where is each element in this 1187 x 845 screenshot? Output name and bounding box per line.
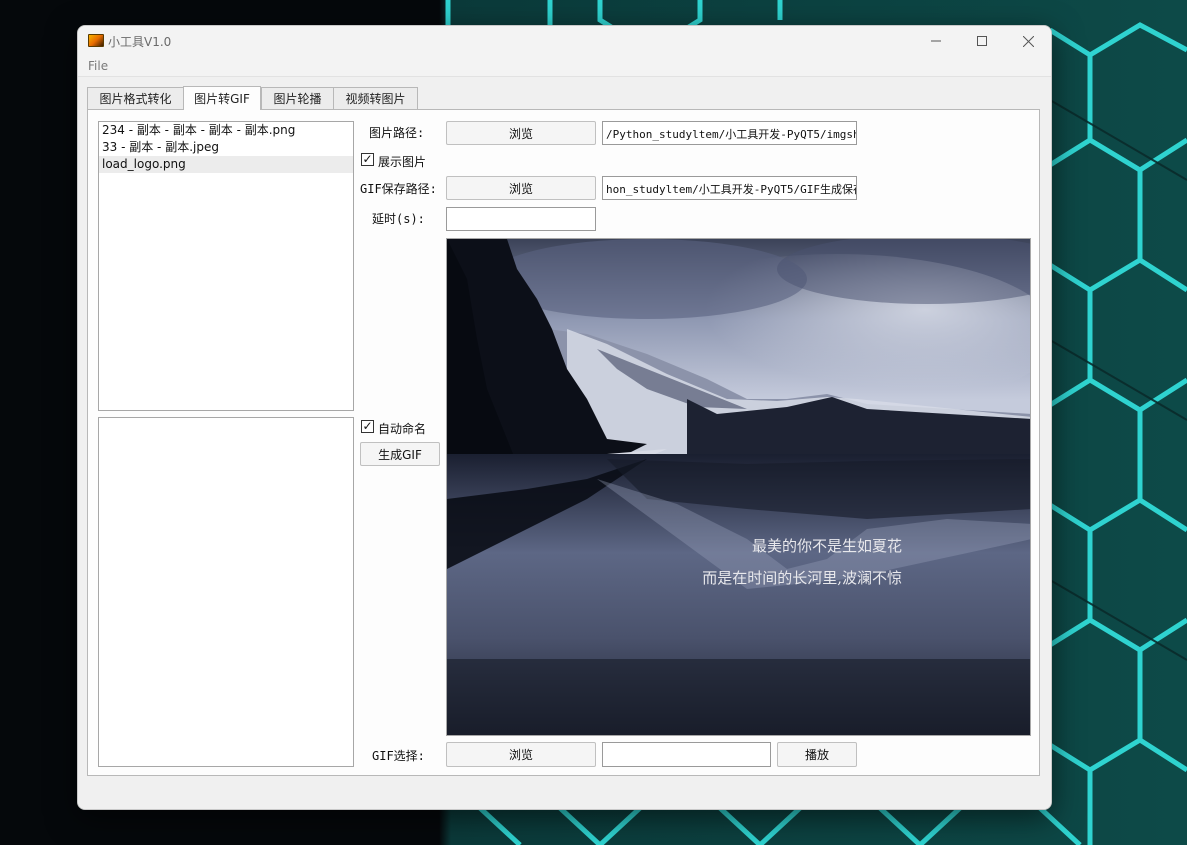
auto-name-checkbox[interactable]: ✓ bbox=[361, 420, 374, 433]
gif-list[interactable] bbox=[98, 417, 354, 767]
gif-select-browse-button[interactable]: 浏览 bbox=[446, 742, 596, 767]
tab-image-format[interactable]: 图片格式转化 bbox=[87, 87, 184, 109]
gif-save-path-label: GIF保存路径: bbox=[360, 182, 437, 196]
minimize-button[interactable] bbox=[913, 26, 959, 56]
gif-select-field[interactable] bbox=[602, 742, 771, 767]
minimize-icon bbox=[931, 40, 941, 42]
list-item[interactable]: 33 - 副本 - 副本.jpeg bbox=[99, 139, 353, 156]
menu-bar: File bbox=[78, 56, 1051, 77]
generate-gif-button[interactable]: 生成GIF bbox=[360, 442, 440, 466]
landscape-image: 最美的你不是生如夏花 而是在时间的长河里,波澜不惊 bbox=[447, 239, 1030, 735]
list-item[interactable]: 234 - 副本 - 副本 - 副本 - 副本.png bbox=[99, 122, 353, 139]
tab-panel-image-to-gif: 234 - 副本 - 副本 - 副本 - 副本.png 33 - 副本 - 副本… bbox=[87, 109, 1040, 776]
list-item[interactable]: load_logo.png bbox=[99, 156, 353, 173]
auto-name-label: 自动命名 bbox=[378, 422, 427, 436]
delay-label: 延时(s): bbox=[372, 212, 425, 226]
image-path-field[interactable]: /Python_studyltem/小工具开发-PyQT5/imgshow bbox=[602, 121, 857, 145]
maximize-icon bbox=[977, 36, 987, 46]
image-preview: 最美的你不是生如夏花 而是在时间的长河里,波澜不惊 bbox=[446, 238, 1031, 736]
gif-save-browse-button[interactable]: 浏览 bbox=[446, 176, 596, 200]
file-list[interactable]: 234 - 副本 - 副本 - 副本 - 副本.png 33 - 副本 - 副本… bbox=[98, 121, 354, 411]
tab-image-carousel[interactable]: 图片轮播 bbox=[261, 87, 334, 109]
play-button[interactable]: 播放 bbox=[777, 742, 857, 767]
tab-video-to-image[interactable]: 视频转图片 bbox=[333, 87, 418, 109]
gif-save-path-field[interactable]: hon_studyltem/小工具开发-PyQT5/GIF生成保存 bbox=[602, 176, 857, 200]
poem-line-2: 而是在时间的长河里,波澜不惊 bbox=[702, 569, 902, 587]
close-button[interactable] bbox=[1005, 26, 1051, 56]
delay-input[interactable] bbox=[446, 207, 596, 231]
gif-select-label: GIF选择: bbox=[372, 749, 425, 763]
window-title: 小工具V1.0 bbox=[108, 35, 172, 49]
menu-file[interactable]: File bbox=[88, 59, 108, 73]
poem-line-1: 最美的你不是生如夏花 bbox=[752, 537, 902, 555]
close-icon bbox=[1022, 35, 1034, 47]
title-bar: 小工具V1.0 bbox=[78, 26, 1051, 56]
image-path-browse-button[interactable]: 浏览 bbox=[446, 121, 596, 145]
status-bar bbox=[78, 787, 1051, 809]
maximize-button[interactable] bbox=[959, 26, 1005, 56]
app-icon bbox=[88, 34, 104, 47]
show-image-label: 展示图片 bbox=[378, 155, 427, 169]
app-window: 小工具V1.0 File 图片格式转化 图片转GIF 图片轮播 视频转图片 23… bbox=[77, 25, 1052, 810]
tab-image-to-gif[interactable]: 图片转GIF bbox=[183, 86, 261, 110]
image-path-label: 图片路径: bbox=[369, 126, 425, 140]
show-image-checkbox[interactable]: ✓ bbox=[361, 153, 374, 166]
